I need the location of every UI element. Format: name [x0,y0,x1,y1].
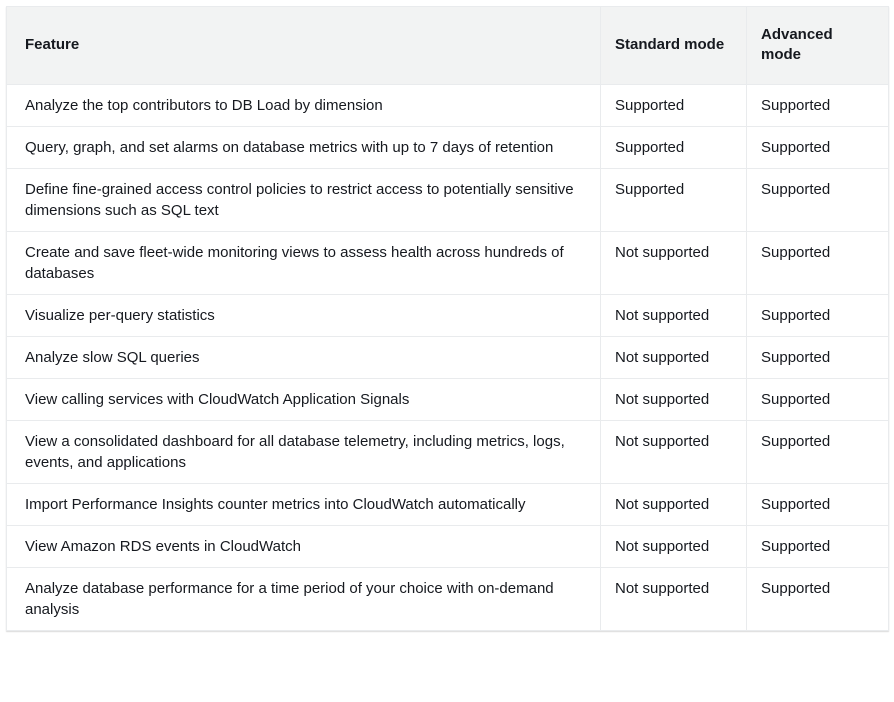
table-header-row: Feature Standard mode Advanced mode [7,7,889,85]
cell-standard: Supported [601,84,747,126]
cell-advanced: Supported [747,336,889,378]
table-row: Analyze the top contributors to DB Load … [7,84,889,126]
cell-standard: Not supported [601,336,747,378]
table-row: Analyze database performance for a time … [7,567,889,630]
cell-advanced: Supported [747,126,889,168]
cell-standard: Not supported [601,525,747,567]
cell-advanced: Supported [747,525,889,567]
cell-advanced: Supported [747,378,889,420]
cell-feature: Visualize per-query statistics [7,294,601,336]
cell-advanced: Supported [747,168,889,231]
table-row: Analyze slow SQL queries Not supported S… [7,336,889,378]
cell-standard: Not supported [601,567,747,630]
table-row: View Amazon RDS events in CloudWatch Not… [7,525,889,567]
table-row: View a consolidated dashboard for all da… [7,420,889,483]
cell-advanced: Supported [747,567,889,630]
cell-standard: Not supported [601,483,747,525]
cell-feature: Analyze database performance for a time … [7,567,601,630]
cell-advanced: Supported [747,294,889,336]
table-row: Create and save fleet-wide monitoring vi… [7,231,889,294]
cell-feature: Query, graph, and set alarms on database… [7,126,601,168]
cell-feature: Analyze slow SQL queries [7,336,601,378]
cell-standard: Supported [601,126,747,168]
table-row: View calling services with CloudWatch Ap… [7,378,889,420]
cell-feature: View a consolidated dashboard for all da… [7,420,601,483]
cell-feature: View Amazon RDS events in CloudWatch [7,525,601,567]
cell-feature: View calling services with CloudWatch Ap… [7,378,601,420]
table-row: Visualize per-query statistics Not suppo… [7,294,889,336]
table-row: Define fine-grained access control polic… [7,168,889,231]
cell-standard: Not supported [601,294,747,336]
col-header-advanced: Advanced mode [747,7,889,85]
cell-standard: Supported [601,168,747,231]
cell-feature: Define fine-grained access control polic… [7,168,601,231]
cell-advanced: Supported [747,84,889,126]
feature-comparison-table: Feature Standard mode Advanced mode Anal… [6,6,889,631]
cell-standard: Not supported [601,231,747,294]
cell-standard: Not supported [601,420,747,483]
cell-feature: Import Performance Insights counter metr… [7,483,601,525]
col-header-standard: Standard mode [601,7,747,85]
cell-feature: Analyze the top contributors to DB Load … [7,84,601,126]
cell-advanced: Supported [747,231,889,294]
cell-standard: Not supported [601,378,747,420]
cell-feature: Create and save fleet-wide monitoring vi… [7,231,601,294]
table-row: Query, graph, and set alarms on database… [7,126,889,168]
cell-advanced: Supported [747,483,889,525]
cell-advanced: Supported [747,420,889,483]
col-header-feature: Feature [7,7,601,85]
table-row: Import Performance Insights counter metr… [7,483,889,525]
